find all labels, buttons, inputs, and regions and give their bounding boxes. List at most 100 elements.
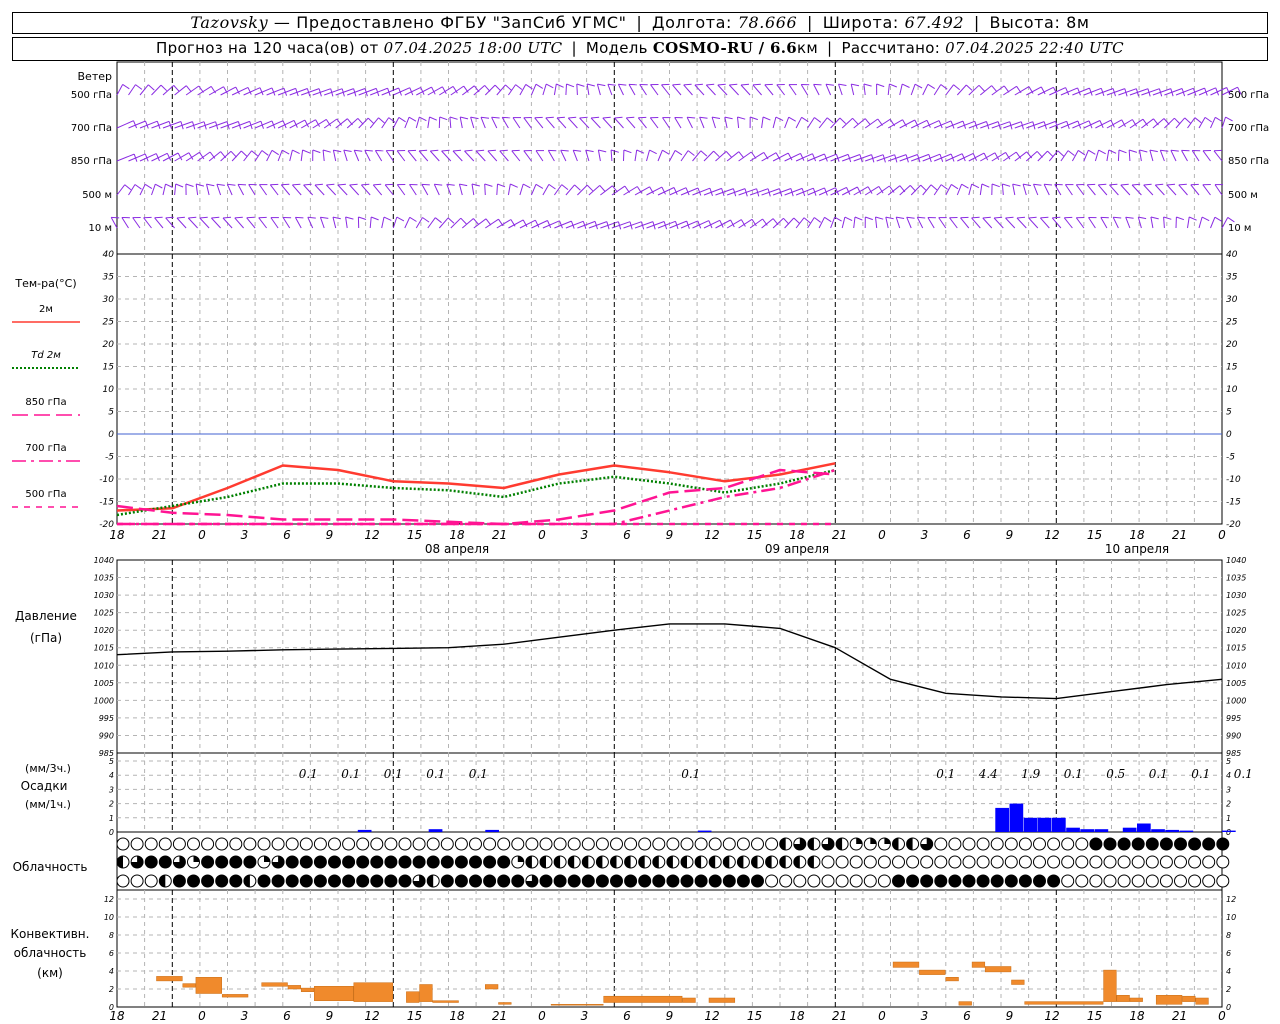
wind-barb-flag bbox=[175, 183, 184, 188]
wind-barb-flag bbox=[1067, 150, 1075, 156]
temp-legend-label: 700 гПа bbox=[25, 443, 66, 454]
wind-barb bbox=[165, 217, 175, 229]
wind-barb-flag bbox=[134, 184, 142, 190]
wind-barb bbox=[243, 150, 252, 162]
cloud-symbol bbox=[567, 837, 581, 851]
wind-barb-flag bbox=[909, 185, 917, 192]
time-axis-bottom-tick-label: 15 bbox=[1087, 1009, 1102, 1023]
cloud-fill bbox=[540, 856, 546, 868]
conv-cloud-bar bbox=[432, 1000, 459, 1003]
ytick-right: 1030 bbox=[1226, 591, 1246, 600]
wind-barb bbox=[343, 149, 348, 162]
cloud-symbol bbox=[1159, 874, 1173, 888]
cloud-circle bbox=[1131, 837, 1145, 851]
cloud-symbol bbox=[356, 837, 370, 851]
wind-barb-flag bbox=[1052, 216, 1061, 219]
wind-barb bbox=[1191, 150, 1200, 162]
wind-barb bbox=[683, 84, 693, 96]
cloud-circle bbox=[1047, 874, 1061, 888]
time-axis-bottom-tick-label: 0 bbox=[1218, 1009, 1226, 1023]
cloud-symbol bbox=[1131, 855, 1145, 869]
wind-barb bbox=[128, 184, 136, 196]
cloud-circle bbox=[384, 874, 398, 888]
wind-barb bbox=[876, 185, 890, 196]
cloud-circle bbox=[765, 837, 779, 851]
wind-barb-flag bbox=[951, 183, 959, 190]
wind-barb bbox=[530, 84, 537, 96]
wind-barb-flag bbox=[460, 217, 467, 225]
wind-barb bbox=[841, 216, 846, 229]
cloud-fill bbox=[624, 856, 631, 868]
cloud-circle bbox=[271, 874, 285, 888]
cloud-symbol bbox=[1216, 874, 1230, 888]
ytick-right: 12 bbox=[1226, 895, 1236, 904]
wind-barb-flag bbox=[1214, 216, 1223, 222]
ytick-left: 8 bbox=[109, 931, 114, 940]
wind-barb bbox=[292, 184, 302, 196]
cloud-circle bbox=[765, 874, 779, 888]
wind-barb bbox=[672, 84, 682, 96]
cloud-symbol bbox=[440, 874, 454, 888]
cloud-circle bbox=[962, 855, 976, 869]
cloud-symbol bbox=[328, 837, 341, 851]
cloud-symbol bbox=[483, 837, 497, 851]
wind-barb bbox=[1037, 150, 1048, 162]
cloud-circle bbox=[962, 837, 976, 851]
cloud-circle bbox=[483, 855, 497, 869]
wind-barb bbox=[586, 83, 590, 96]
cloud-circle bbox=[313, 837, 327, 851]
cloud-symbol bbox=[652, 837, 666, 851]
cloud-symbol bbox=[807, 874, 821, 888]
wind-barb-flag bbox=[487, 149, 496, 152]
cloud-circle bbox=[497, 874, 511, 888]
conv-cloud-bar bbox=[498, 1002, 512, 1005]
cloud-circle bbox=[1075, 837, 1089, 851]
wind-barb-flag bbox=[706, 83, 715, 86]
cloud-symbol bbox=[1159, 837, 1173, 851]
time-axis-bottom-tick-label: 9 bbox=[326, 1009, 334, 1023]
wind-barb-flag bbox=[1150, 216, 1159, 220]
wind-barb-flag bbox=[337, 183, 346, 186]
wind-barb bbox=[385, 150, 394, 162]
cloud-circle bbox=[285, 837, 299, 851]
cloud-symbol bbox=[144, 874, 158, 888]
cloud-circle bbox=[906, 855, 920, 869]
wind-barb-flag bbox=[349, 183, 358, 186]
wind-barb bbox=[381, 117, 390, 129]
wind-barb bbox=[1198, 216, 1203, 229]
cloud-symbol bbox=[990, 874, 1004, 888]
wind-barb-flag bbox=[566, 83, 575, 88]
precip-bar bbox=[1151, 829, 1165, 832]
wind-barb bbox=[807, 217, 815, 229]
date-label: 10 апреля bbox=[1105, 542, 1169, 556]
cloud-fill bbox=[856, 838, 863, 844]
wind-barb bbox=[740, 84, 751, 96]
wind-barb-flag bbox=[991, 85, 998, 93]
cloud-symbol bbox=[990, 855, 1004, 869]
wind-barb bbox=[534, 117, 544, 129]
wind-barb bbox=[322, 149, 325, 162]
wind-barb-flag bbox=[876, 83, 885, 88]
wind-barb bbox=[1149, 149, 1154, 162]
cloud-circle bbox=[497, 837, 511, 851]
wind-barb-flag bbox=[602, 116, 611, 119]
wind-barb bbox=[906, 217, 912, 229]
wind-barb-flag bbox=[1088, 149, 1096, 155]
cloud-circle bbox=[1033, 874, 1046, 888]
wind-barb bbox=[825, 84, 832, 96]
wind-barb bbox=[1163, 216, 1165, 229]
cloud-circle bbox=[1047, 855, 1061, 869]
cloud-symbol bbox=[581, 874, 595, 888]
wind-barb-flag bbox=[165, 183, 173, 188]
cloud-circle bbox=[469, 874, 482, 888]
cloud-symbol bbox=[835, 837, 849, 851]
cloud-symbol bbox=[426, 855, 440, 869]
wind-barb-flag bbox=[1166, 183, 1176, 186]
cloud-circle bbox=[920, 874, 934, 888]
ytick-left: 1010 bbox=[94, 661, 114, 670]
wind-barb bbox=[542, 83, 547, 96]
ytick-right: 1040 bbox=[1226, 556, 1246, 565]
cloud-fill bbox=[525, 856, 532, 868]
time-axis-bottom-tick-label: 6 bbox=[963, 1009, 971, 1023]
ytick-left: 0 bbox=[109, 828, 114, 837]
